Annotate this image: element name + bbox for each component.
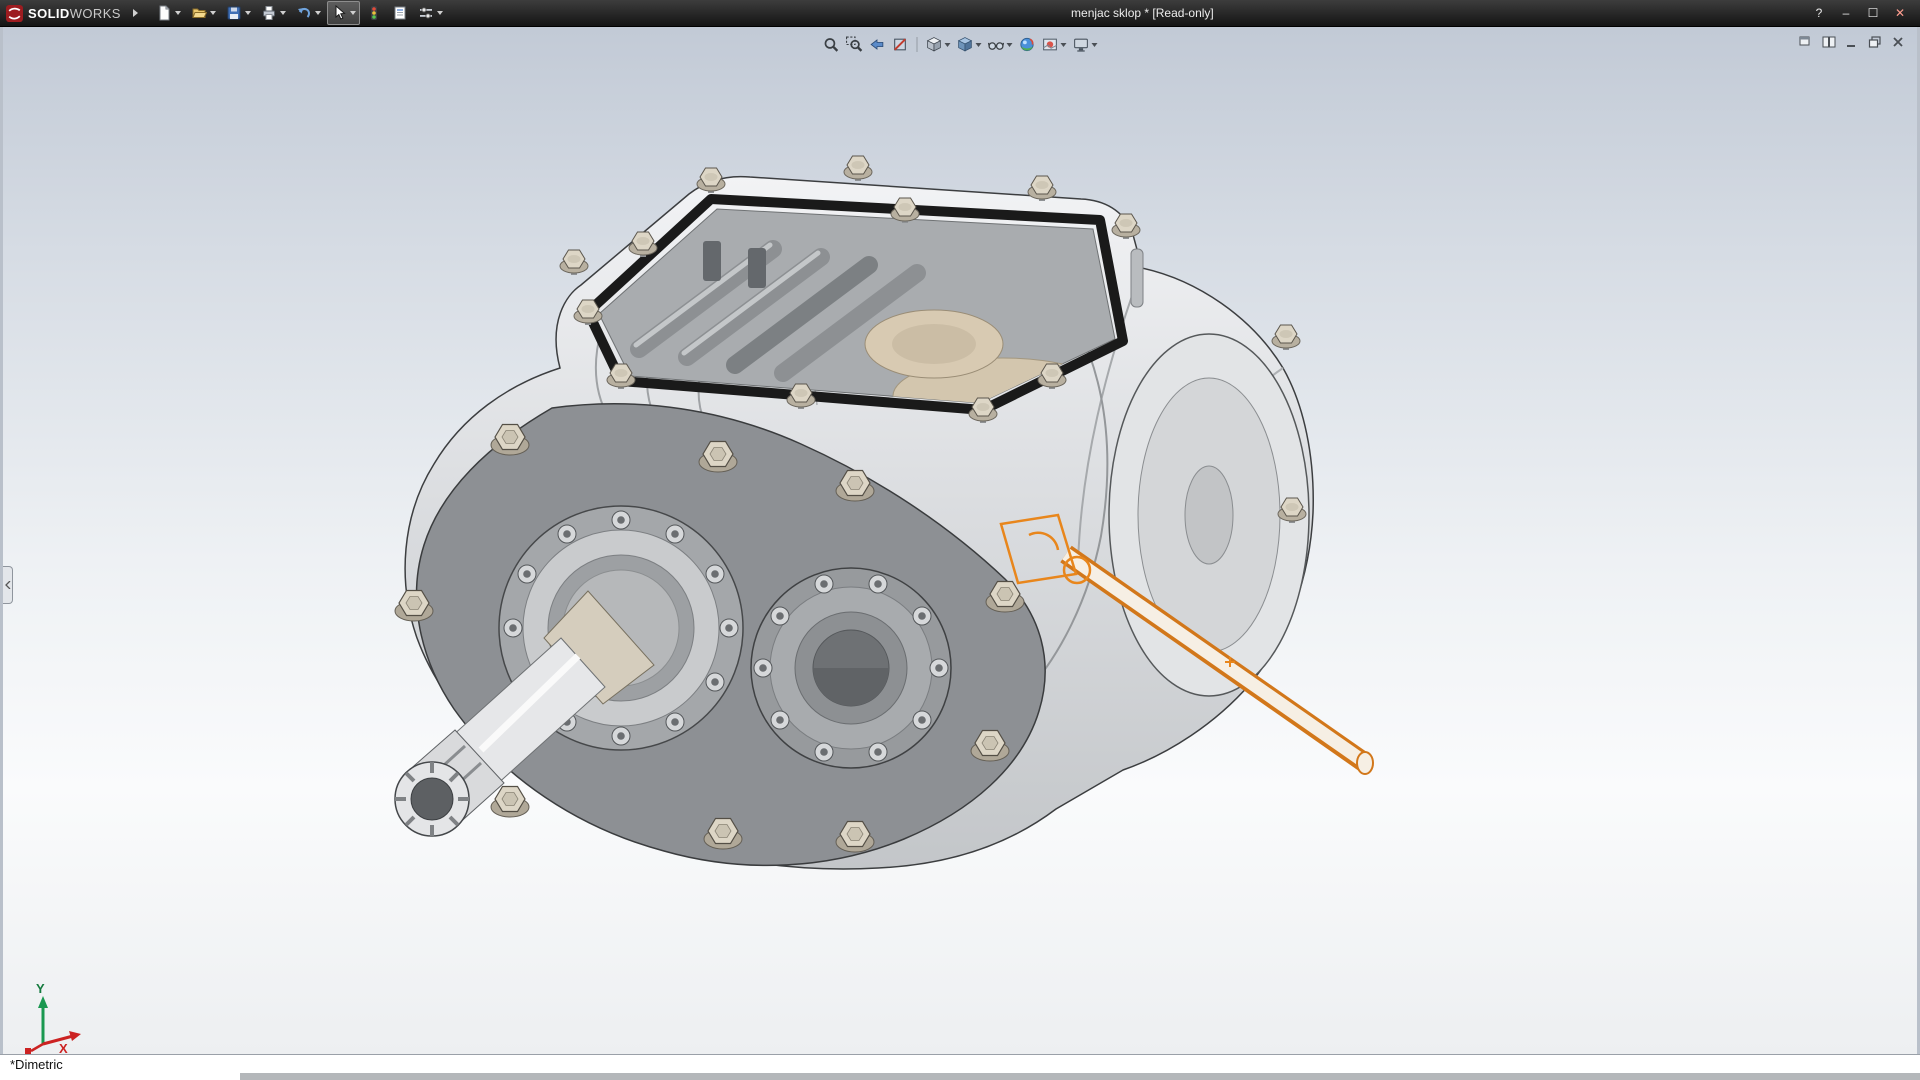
close-document-button[interactable] [1889, 34, 1907, 49]
save-button[interactable] [222, 1, 255, 25]
window-title: menjac sklop * [Read-only] [1071, 6, 1214, 20]
dropdown-caret-icon[interactable] [315, 11, 321, 15]
dropdown-caret-icon[interactable] [175, 11, 181, 15]
triad-x-label: X [59, 1041, 68, 1054]
toolbar-separator [917, 37, 918, 52]
minimize-button[interactable]: – [1834, 4, 1858, 22]
graphics-area[interactable]: Y X [0, 27, 1920, 1054]
heads-up-toolbar [821, 34, 1100, 55]
rebuild-stoplight-icon [366, 5, 382, 21]
edit-appearance-sphere-icon [1019, 36, 1036, 53]
dropdown-caret-icon[interactable] [1007, 43, 1013, 47]
new-button[interactable] [152, 1, 185, 25]
menu-expand-arrow-icon[interactable] [133, 9, 138, 17]
dropdown-caret-icon[interactable] [210, 11, 216, 15]
output-boss[interactable] [751, 568, 951, 768]
task-pane-collapse-tab[interactable] [3, 566, 13, 604]
view-orientation-label: *Dimetric [0, 1057, 63, 1072]
zoom-to-area-button[interactable] [844, 34, 865, 55]
triad-y-label: Y [36, 981, 45, 996]
options-sliders-icon [418, 5, 434, 21]
section-view-icon [892, 36, 909, 53]
help-button[interactable]: ? [1807, 4, 1831, 22]
select-button[interactable] [327, 1, 360, 25]
dropdown-caret-icon[interactable] [1061, 43, 1067, 47]
close-icon [1891, 36, 1905, 48]
bottom-edge [0, 1073, 1920, 1080]
window-controls: ? – ☐ ✕ [1807, 4, 1920, 22]
restore-icon [1868, 36, 1882, 48]
new-window-button[interactable] [1797, 34, 1815, 49]
hide-show-glasses-icon [988, 36, 1005, 53]
solidworks-window: SOLIDWORKS [0, 0, 1920, 1080]
tile-windows-button[interactable] [1820, 34, 1838, 49]
dropdown-caret-icon[interactable] [1092, 43, 1098, 47]
tile-windows-icon [1822, 36, 1836, 48]
previous-view-icon [869, 36, 886, 53]
app-name: SOLIDWORKS [28, 6, 121, 21]
display-style-button[interactable] [955, 34, 984, 55]
select-cursor-icon [331, 5, 347, 21]
document-window-controls [1797, 34, 1907, 49]
view-settings-icon [1073, 36, 1090, 53]
minimize-document-button[interactable] [1843, 34, 1861, 49]
maximize-button[interactable]: ☐ [1861, 4, 1885, 22]
zoom-to-fit-button[interactable] [821, 34, 842, 55]
options-button[interactable] [414, 1, 447, 25]
reference-triad: Y X [25, 981, 81, 1054]
view-orientation-cube-icon [926, 36, 943, 53]
zoom-to-area-icon [846, 36, 863, 53]
section-view-button[interactable] [890, 34, 911, 55]
hide-show-items-button[interactable] [986, 34, 1015, 55]
standard-toolbar [152, 1, 447, 25]
app-logo: SOLIDWORKS [0, 5, 129, 22]
view-orientation-button[interactable] [924, 34, 953, 55]
save-floppy-icon [226, 5, 242, 21]
display-style-icon [957, 36, 974, 53]
dropdown-caret-icon[interactable] [280, 11, 286, 15]
dropdown-caret-icon[interactable] [350, 11, 356, 15]
apply-scene-button[interactable] [1040, 34, 1069, 55]
minimize-icon [1845, 36, 1859, 48]
edit-appearance-button[interactable] [1017, 34, 1038, 55]
view-settings-button[interactable] [1071, 34, 1100, 55]
file-properties-button[interactable] [388, 1, 412, 25]
rebuild-button[interactable] [362, 1, 386, 25]
close-button[interactable]: ✕ [1888, 4, 1912, 22]
dropdown-caret-icon[interactable] [976, 43, 982, 47]
print-button[interactable] [257, 1, 290, 25]
new-window-icon [1799, 36, 1813, 48]
collapse-arrow-icon [5, 581, 11, 589]
open-folder-icon [191, 5, 207, 21]
dropdown-caret-icon[interactable] [437, 11, 443, 15]
undo-button[interactable] [292, 1, 325, 25]
dropdown-caret-icon[interactable] [245, 11, 251, 15]
undo-arrow-icon [296, 5, 312, 21]
previous-view-button[interactable] [867, 34, 888, 55]
dropdown-caret-icon[interactable] [945, 43, 951, 47]
title-bar: SOLIDWORKS [0, 0, 1920, 27]
zoom-to-fit-icon [823, 36, 840, 53]
model-3d[interactable]: Y X [3, 27, 1917, 1054]
open-button[interactable] [187, 1, 220, 25]
status-bar: *Dimetric [0, 1054, 1920, 1073]
apply-scene-icon [1042, 36, 1059, 53]
file-properties-icon [392, 5, 408, 21]
restore-document-button[interactable] [1866, 34, 1884, 49]
new-document-icon [156, 5, 172, 21]
solidworks-logo-icon [6, 5, 23, 22]
printer-icon [261, 5, 277, 21]
